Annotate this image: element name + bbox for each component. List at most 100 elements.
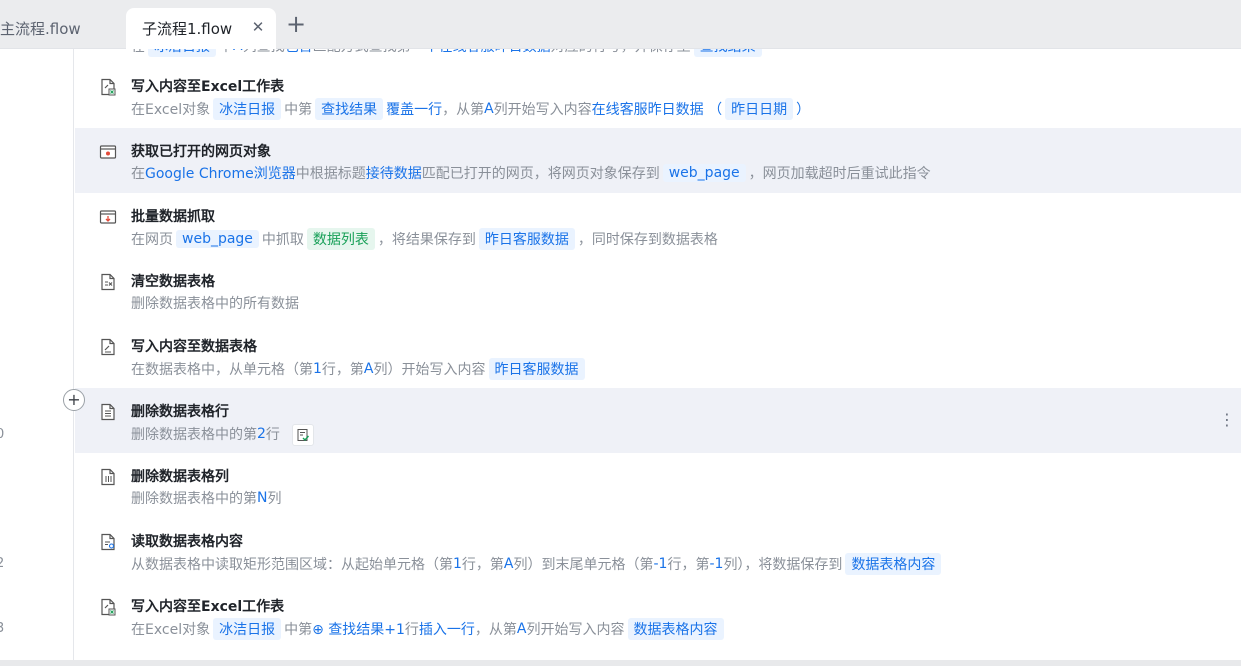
table-write-icon	[99, 338, 117, 356]
variable-chip[interactable]: 数据表格内容	[627, 618, 724, 640]
flow-step[interactable]: 写入内容至Excel工作表在Excel对象 冰洁日报 中第 查找结果 覆盖一行 ，从第 A…	[75, 63, 1241, 128]
description-text: 列），将数据保存到	[723, 557, 843, 573]
parameter-value: ⊕ 查找结果+1	[312, 622, 405, 638]
step-description: 在 Google Chrome浏览器 中根据标题 接待数据 匹配已打开的网页，将…	[131, 163, 931, 183]
step-description: 在数据表格中，从单元格（第 1 行，第 A 列）开始写入内容 昨日客服数据	[131, 358, 588, 380]
add-step-icon[interactable]: +	[63, 389, 85, 411]
variable-chip[interactable]: 昨日日期	[725, 98, 794, 120]
parameter-value: 插入一行	[418, 622, 475, 638]
line-number: 0	[0, 427, 5, 442]
description-text: 列）开始写入内容	[373, 362, 486, 378]
variable-chip[interactable]: 查找结果	[693, 49, 762, 57]
variable-chip[interactable]: 昨日客服数据	[478, 228, 575, 250]
step-title: 批量数据抓取	[131, 209, 215, 225]
description-text: 列开始写入内容	[526, 622, 625, 638]
description-text: 行	[404, 622, 419, 638]
parameter-value: 包含	[285, 49, 313, 56]
tab-bar: 主流程.flow 子流程1.flow ✕ +	[0, 0, 1241, 49]
variable-chip[interactable]: 数据列表	[306, 228, 375, 250]
data-scrape-icon	[99, 208, 117, 226]
description-text: 在网页	[131, 232, 173, 248]
step-title: 写入内容至Excel工作表	[131, 79, 285, 95]
tab-subflow-1[interactable]: 子流程1.flow ✕	[126, 8, 276, 49]
step-title: 清空数据表格	[131, 274, 215, 290]
table-delete-row-icon	[99, 403, 117, 421]
description-text: 行，第	[321, 362, 364, 378]
description-text: 中第	[284, 102, 313, 118]
variable-chip[interactable]: 昨日客服数据	[488, 358, 585, 380]
parameter-value: -1	[709, 556, 724, 572]
step-description: 在网页 web_page 中抓取 数据列表 ，将结果保存到 昨日客服数据 ，同时保存到数…	[131, 228, 718, 250]
description-text: 行	[265, 427, 280, 443]
variable-chip[interactable]: 冰洁日报	[148, 49, 216, 57]
description-text: ，从第	[442, 102, 485, 118]
description-text: 在Excel对象	[131, 622, 211, 638]
step-title: 写入内容至Excel工作表	[131, 599, 285, 615]
tab-main-flow[interactable]: 主流程.flow	[0, 8, 122, 49]
parameter-value: 在线客服昨日数据 （	[591, 102, 723, 118]
parameter-value: 2	[257, 426, 266, 442]
flow-step[interactable]: 删除数据表格行 删除数据表格中的第 2 行 ⋮	[75, 388, 1241, 453]
flow-step[interactable]: 读取数据表格内容 从数据表格中读取矩形范围区域：从起始单元格（第 1 行，第 A …	[75, 518, 1241, 583]
horizontal-scrollbar[interactable]	[0, 660, 1241, 666]
variable-chip[interactable]: 数据表格内容	[845, 553, 942, 575]
step-description: 在Excel对象 冰洁日报 中第 查找结果 覆盖一行 ，从第 A 列开始写入内容 在线客服…	[131, 98, 810, 120]
description-text: ，将结果保存到	[377, 232, 476, 248]
step-description: 在冰洁日报中A列查找包含匹配方式查找第一个在线客服昨日数据对应的行号，并保存至查…	[131, 49, 765, 57]
variable-chip[interactable]: 查找结果	[315, 98, 384, 120]
table-read-icon	[99, 533, 117, 551]
parameter-value: N	[257, 490, 268, 506]
variable-chip[interactable]: 冰洁日报	[213, 98, 282, 120]
step-title: 写入内容至数据表格	[131, 339, 257, 355]
flow-step[interactable]: 写入内容至数据表格在数据表格中，从单元格（第 1 行，第 A 列）开始写入内容昨…	[75, 323, 1241, 388]
flow-step[interactable]: 删除数据表格列删除数据表格中的第 N 列	[75, 453, 1241, 518]
line-gutter: 0 2 3	[0, 49, 74, 660]
close-icon[interactable]: ✕	[250, 19, 266, 35]
parameter-value: A	[233, 49, 243, 54]
excel-write-icon	[99, 78, 117, 96]
description-text: 删除数据表格中的第	[131, 491, 257, 507]
line-number: 3	[0, 621, 5, 636]
step-description: 在Excel对象 冰洁日报 中第 ⊕ 查找结果+1 行 插入一行 ，从第 A 列开始写入…	[131, 618, 727, 640]
tab-label: 主流程.flow	[0, 20, 81, 38]
step-list: 在冰洁日报中A列查找包含匹配方式查找第一个在线客服昨日数据对应的行号，并保存至查…	[75, 49, 1241, 660]
parameter-value: A	[503, 556, 514, 572]
variable-chip[interactable]: 冰洁日报	[213, 618, 282, 640]
step-partial[interactable]: 在冰洁日报中A列查找包含匹配方式查找第一个在线客服昨日数据对应的行号，并保存至查…	[75, 49, 1241, 63]
description-text: 匹配方式查找第	[313, 49, 411, 56]
description-text: 删除数据表格中的第	[131, 427, 257, 443]
parameter-value: 覆盖一行	[386, 102, 443, 118]
parameter-value: 接待数据	[365, 166, 422, 182]
step-title: 读取数据表格内容	[131, 534, 243, 550]
variable-chip[interactable]: web_page	[176, 230, 259, 248]
variable-chip[interactable]: web_page	[662, 164, 746, 182]
step-title: 删除数据表格列	[131, 469, 229, 485]
table-clear-icon	[99, 273, 117, 291]
description-text: 删除数据表格中的所有数据	[131, 296, 299, 312]
flow-step[interactable]: 清空数据表格删除数据表格中的所有数据	[75, 258, 1241, 323]
flow-step[interactable]: 批量数据抓取在网页 web_page 中抓取 数据列表 ，将结果保存到 昨日客服数据，…	[75, 193, 1241, 258]
description-text: 中	[219, 49, 233, 56]
description-text: 列	[267, 491, 282, 507]
tab-label: 子流程1.flow	[142, 20, 233, 38]
parameter-value: A	[516, 621, 527, 637]
parameter-value: 1	[453, 556, 462, 572]
flow-step[interactable]: 获取已打开的网页对象在 Google Chrome浏览器 中根据标题 接待数据 …	[75, 128, 1241, 193]
more-options-icon[interactable]: ⋮	[1219, 412, 1235, 428]
description-text: 列查找	[243, 49, 285, 56]
description-text: ，网页加载超时后重试此指令	[748, 166, 931, 182]
parameter-value: A	[363, 361, 374, 377]
description-text: 行，第	[461, 557, 504, 573]
description-text: 列）到末尾单元格（第	[513, 557, 654, 573]
flow-step[interactable]: 写入内容至Excel工作表在Excel对象 冰洁日报 中第 ⊕ 查找结果+1 行 插入…	[75, 583, 1241, 648]
description-text: 在	[131, 49, 145, 56]
parameter-value: 在线客服昨日数据	[439, 49, 551, 56]
checklist-icon[interactable]	[291, 424, 314, 446]
add-tab-icon[interactable]: +	[284, 12, 308, 37]
description-text: 在Excel对象	[131, 102, 211, 118]
step-title: 获取已打开的网页对象	[131, 144, 271, 160]
step-description: 删除数据表格中的第 2 行	[131, 423, 314, 446]
description-text: 列开始写入内容	[493, 102, 592, 118]
description-text: 匹配已打开的网页，将网页对象保存到	[421, 166, 660, 182]
description-text: ，同时保存到数据表格	[577, 232, 718, 248]
